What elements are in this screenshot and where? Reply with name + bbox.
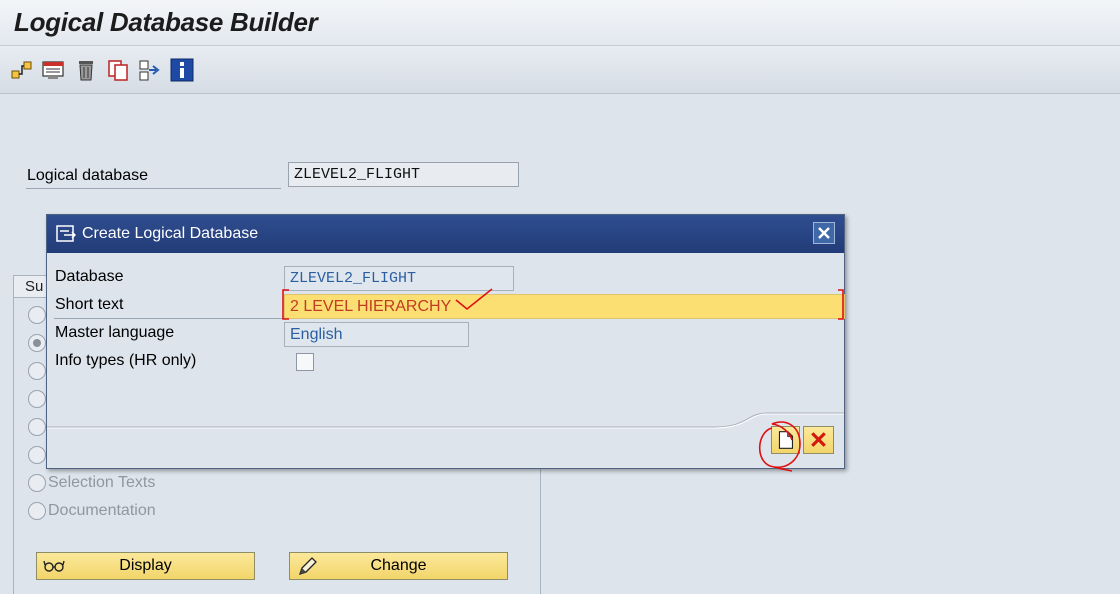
change-button-label: Change xyxy=(370,557,427,574)
display-structure-icon[interactable] xyxy=(41,58,65,82)
change-button[interactable]: Change xyxy=(289,552,508,580)
info-types-label: Info types (HR only) xyxy=(55,352,197,369)
info-icon[interactable] xyxy=(170,58,194,82)
dialog-title: Create Logical Database xyxy=(82,225,259,242)
info-types-checkbox[interactable] xyxy=(296,353,314,371)
move-icon[interactable] xyxy=(138,58,162,82)
dialog-footer-divider xyxy=(47,412,844,429)
copy-icon[interactable] xyxy=(106,58,130,82)
radio-button[interactable] xyxy=(28,390,46,408)
logical-database-input[interactable]: ZLEVEL2_FLIGHT xyxy=(288,162,519,187)
create-logical-database-dialog: Create Logical Database Database ZLEVEL2… xyxy=(46,214,845,469)
application-toolbar xyxy=(0,46,1120,94)
radio-button[interactable] xyxy=(28,474,46,492)
dialog-title-bar[interactable]: Create Logical Database xyxy=(47,215,844,253)
glasses-icon xyxy=(43,560,65,572)
dialog-window-icon xyxy=(56,225,76,242)
radio-button-selected[interactable] xyxy=(28,334,46,352)
delete-icon[interactable] xyxy=(74,58,98,82)
radio-button[interactable] xyxy=(28,362,46,380)
cancel-icon xyxy=(811,432,826,447)
short-text-field[interactable]: 2 LEVEL HIERARCHY xyxy=(284,294,845,319)
close-icon xyxy=(818,227,830,239)
radio-selection-texts-label: Selection Texts xyxy=(48,474,156,491)
page-title: Logical Database Builder xyxy=(14,7,318,37)
radio-button[interactable] xyxy=(28,446,46,464)
dialog-close-button[interactable] xyxy=(813,222,835,244)
display-button[interactable]: Display xyxy=(36,552,255,580)
display-button-label: Display xyxy=(119,557,172,574)
radio-button[interactable] xyxy=(28,418,46,436)
cancel-button[interactable] xyxy=(803,426,834,454)
database-field[interactable]: ZLEVEL2_FLIGHT xyxy=(284,266,514,291)
master-language-field[interactable]: English xyxy=(284,322,469,347)
radio-button[interactable] xyxy=(28,306,46,324)
title-bar: Logical Database Builder xyxy=(0,0,1120,46)
pencil-icon xyxy=(298,557,317,576)
radio-button[interactable] xyxy=(28,502,46,520)
create-button[interactable] xyxy=(771,426,800,454)
logical-database-label: Logical database xyxy=(26,165,281,189)
radio-documentation-label: Documentation xyxy=(48,502,156,519)
hierarchy-icon[interactable] xyxy=(10,58,34,82)
new-document-icon xyxy=(778,431,794,449)
